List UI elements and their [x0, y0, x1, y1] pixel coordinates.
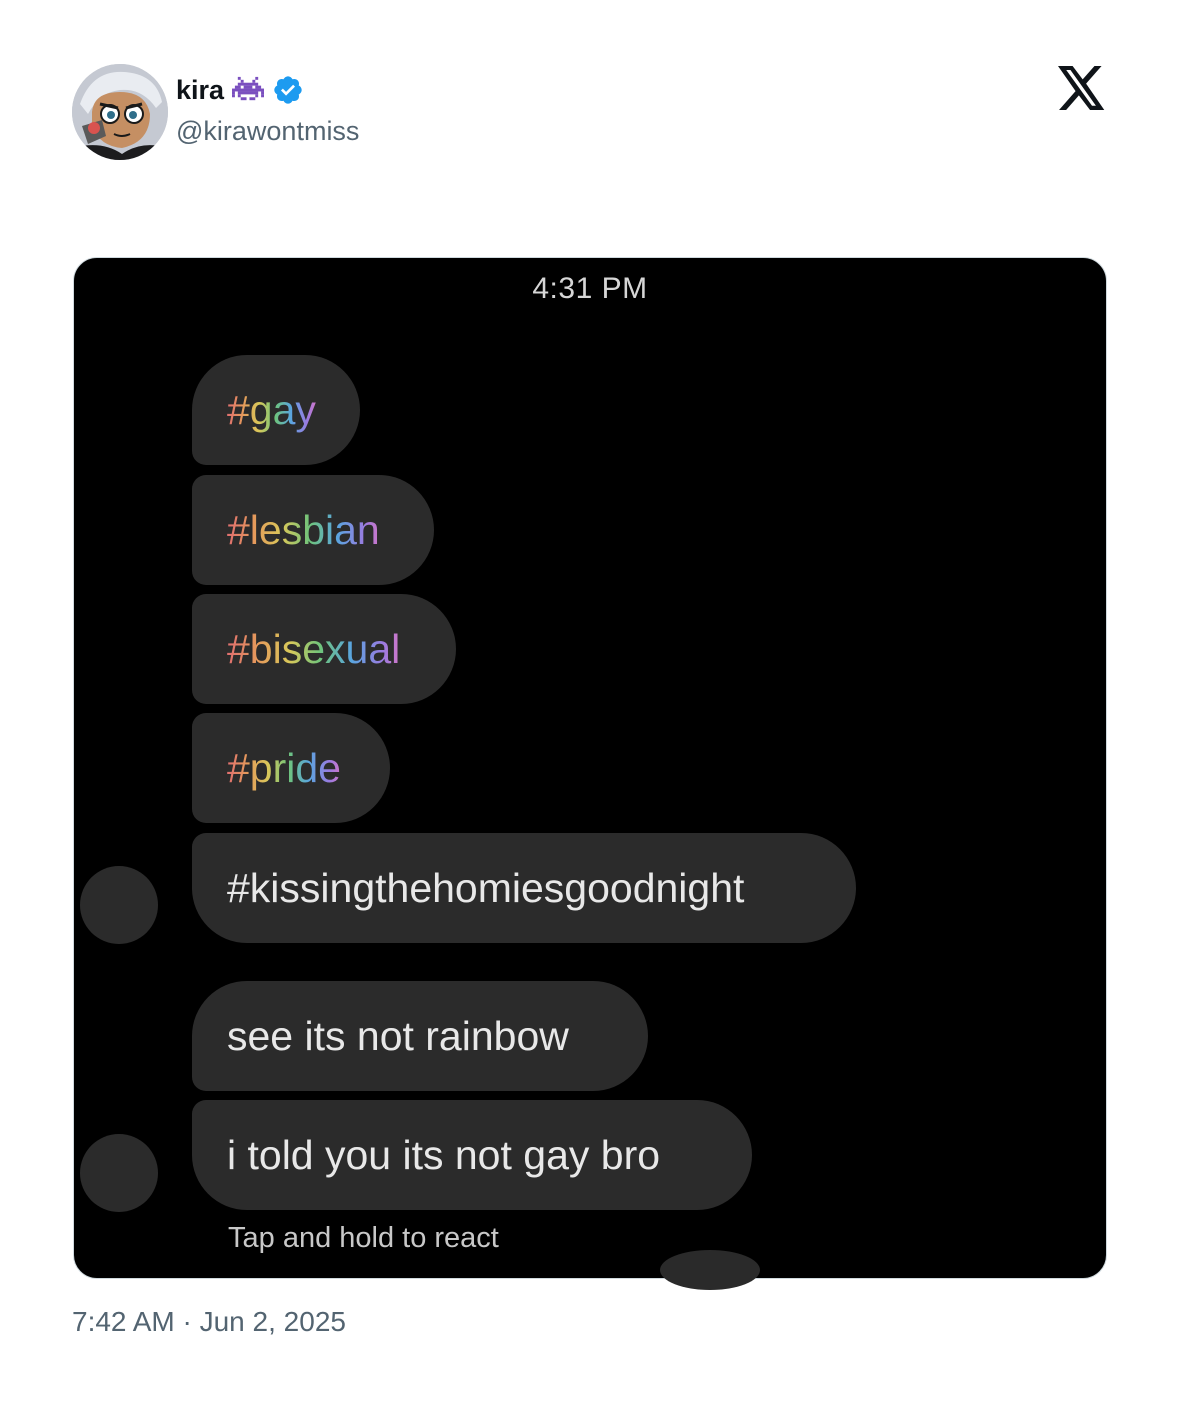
message-bubble: #bisexual [192, 594, 456, 704]
message-bubble: #kissingthehomiesgoodnight [192, 833, 856, 943]
sender-avatar [80, 1134, 158, 1212]
author-avatar[interactable] [72, 64, 168, 160]
x-logo-icon[interactable] [1058, 66, 1106, 110]
message-text: #gay [227, 386, 316, 433]
message-bubble: #lesbian [192, 475, 434, 585]
author-name-row[interactable]: kira [176, 70, 304, 110]
sender-avatar [80, 866, 158, 944]
verified-badge-icon[interactable] [272, 74, 304, 106]
message-bubble: i told you its not gay bro [192, 1100, 752, 1210]
author-display-name[interactable]: kira [176, 75, 224, 106]
tweet-card: kira @kirawontmiss 4:31 PM #gay #lesbian… [0, 0, 1180, 1408]
tweet-timestamp[interactable]: 7:42 AM · Jun 2, 2025 [72, 1306, 346, 1338]
chat-timestamp: 4:31 PM [532, 272, 648, 305]
cartoon-avatar-icon [72, 64, 168, 160]
author-handle[interactable]: @kirawontmiss [176, 116, 359, 147]
react-hint-text: Tap and hold to react [228, 1222, 499, 1254]
message-bubble: #pride [192, 713, 390, 823]
message-text: #pride [227, 744, 341, 791]
message-text: #kissingthehomiesgoodnight [227, 864, 745, 911]
message-text: #bisexual [227, 625, 401, 672]
message-text: #lesbian [227, 506, 380, 553]
space-invader-icon [232, 74, 265, 106]
message-bubble: see its not rainbow [192, 981, 648, 1091]
cropped-reaction-shape [660, 1250, 760, 1290]
message-bubble: #gay [192, 355, 360, 465]
message-text: see its not rainbow [227, 1012, 569, 1059]
message-text: i told you its not gay bro [227, 1131, 661, 1178]
